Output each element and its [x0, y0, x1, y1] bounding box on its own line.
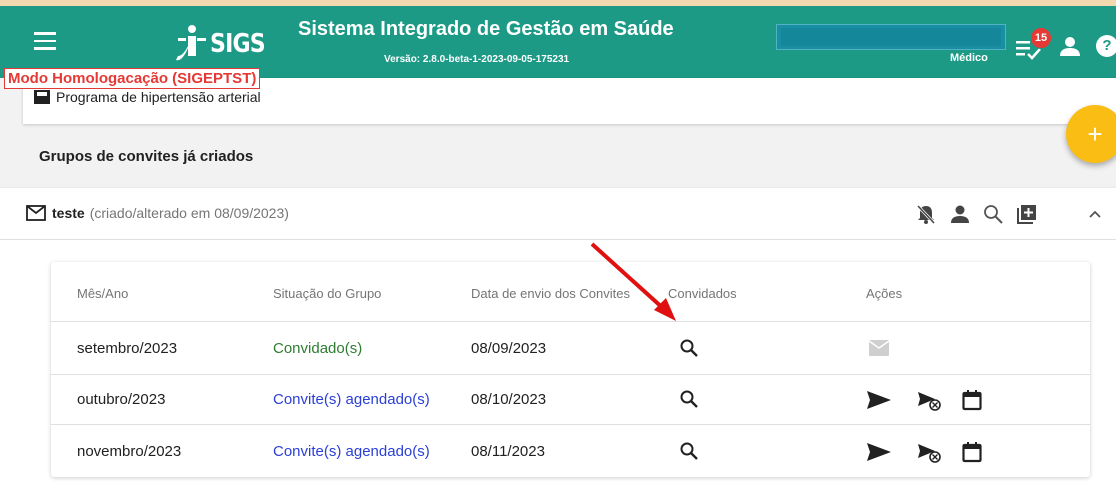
view-invitees-search-icon[interactable] — [679, 389, 699, 409]
person-icon[interactable] — [949, 203, 971, 225]
column-header-send-date: Data de envio dos Convites — [471, 286, 630, 301]
mail-icon — [26, 205, 46, 221]
app-title: Sistema Integrado de Gestão em Saúde — [298, 18, 674, 40]
table-cell-status: Convite(s) agendado(s) — [273, 443, 430, 460]
group-name: teste — [52, 205, 85, 221]
column-header-status: Situação do Grupo — [273, 286, 382, 301]
search-icon[interactable] — [982, 203, 1004, 225]
table-cell-month: outubro/2023 — [77, 391, 166, 408]
calendar-icon[interactable] — [962, 389, 982, 411]
table-cell-date: 08/09/2023 — [471, 340, 547, 357]
group-header[interactable]: teste (criado/alterado em 08/09/2023) — [0, 188, 1116, 240]
table-cell-month: setembro/2023 — [77, 340, 178, 357]
notifications-off-icon[interactable] — [915, 203, 937, 225]
column-header-actions: Ações — [866, 286, 903, 301]
view-invitees-search-icon[interactable] — [679, 338, 699, 358]
table-cell-date: 08/11/2023 — [471, 443, 545, 460]
send-icon[interactable] — [866, 442, 892, 462]
cancel-send-icon[interactable] — [917, 441, 943, 465]
chevron-up-icon[interactable] — [1084, 203, 1106, 225]
user-selector[interactable] — [776, 24, 1006, 50]
user-name-field — [781, 28, 1001, 46]
column-header-invitees: Convidados — [668, 286, 737, 301]
section-title: Grupos de convites já criados — [39, 148, 254, 165]
sigs-logo-icon — [176, 25, 206, 61]
view-invitees-search-icon[interactable] — [679, 441, 699, 461]
menu-icon[interactable] — [34, 32, 56, 52]
account-icon[interactable] — [1060, 36, 1080, 58]
help-icon[interactable]: ? — [1096, 35, 1116, 57]
program-label: Programa de hipertensão arterial — [34, 89, 261, 105]
notification-badge: 15 — [1030, 27, 1052, 49]
user-role: Médico — [950, 52, 988, 64]
logo-text: SIGS — [210, 29, 266, 59]
calendar-icon[interactable] — [962, 441, 982, 463]
table-cell-status: Convite(s) agendado(s) — [273, 391, 430, 408]
sigs-logo: SIGS — [176, 22, 274, 66]
group-title: teste (criado/alterado em 08/09/2023) — [26, 205, 289, 221]
row-divider — [51, 321, 1090, 322]
version-text: Versão: 2.8.0-beta-1-2023-09-05-175231 — [384, 54, 570, 65]
row-divider — [51, 424, 1090, 425]
table-cell-status: Convidado(s) — [273, 340, 363, 357]
column-header-month: Mês/Ano — [77, 286, 129, 301]
homologation-banner: Modo Homologacação (SIGEPTST) — [4, 68, 261, 89]
save-icon — [34, 90, 50, 104]
send-icon[interactable] — [866, 390, 892, 410]
row-divider — [51, 374, 1090, 375]
program-name: Programa de hipertensão arterial — [56, 89, 261, 105]
add-fab-button[interactable]: + — [1066, 105, 1116, 163]
table-cell-date: 08/10/2023 — [471, 391, 547, 408]
group-meta: (criado/alterado em 08/09/2023) — [89, 205, 289, 221]
table-cell-month: novembro/2023 — [77, 443, 182, 460]
cancel-send-icon[interactable] — [917, 389, 943, 413]
email-sent-icon — [868, 340, 890, 356]
add-box-icon[interactable] — [1016, 203, 1038, 225]
